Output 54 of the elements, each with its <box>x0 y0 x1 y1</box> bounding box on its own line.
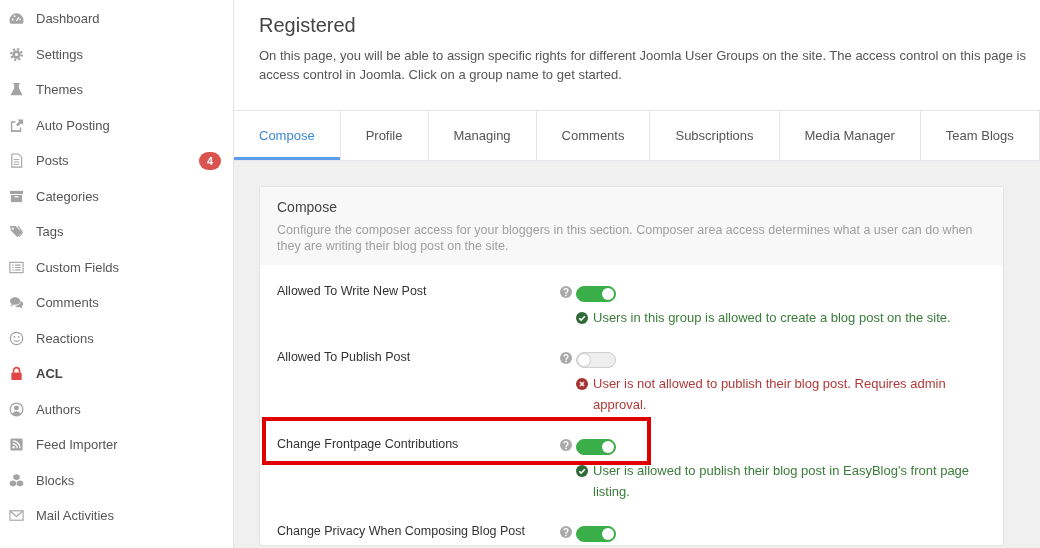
list-icon <box>9 259 24 275</box>
lock-icon <box>9 366 24 382</box>
sidebar-item[interactable]: Mail Activities <box>0 498 233 534</box>
sidebar-item[interactable]: Auto Posting <box>0 107 233 143</box>
help-icon[interactable] <box>560 526 572 538</box>
check-circle-icon <box>576 312 588 324</box>
rss-icon <box>9 437 24 453</box>
envelope-icon <box>9 508 24 524</box>
toggle-switch[interactable] <box>576 286 616 302</box>
sidebar-item[interactable]: Settings <box>0 36 233 72</box>
sidebar-item[interactable]: Feed Importer <box>0 427 233 463</box>
smiley-icon <box>9 330 24 346</box>
panel-title: Compose <box>277 198 338 216</box>
tag-icon <box>9 224 24 240</box>
status-message: User is allowed to publish their blog post in EasyBlog's front page listing. <box>593 462 971 501</box>
page-description: On this page, you will be able to assign specific rights for different Joomla User Groups on the site. The access control on this page is access control in Joomla. Click on a group name to get started. <box>259 46 1026 84</box>
help-icon[interactable] <box>560 286 572 298</box>
flask-icon <box>9 82 24 98</box>
help-icon[interactable] <box>560 439 572 451</box>
setting-label: Change Frontpage Contributions <box>277 436 460 452</box>
status-message: User is not allowed to publish their blog post. Requires admin approval. <box>593 375 947 414</box>
comments-icon <box>9 295 24 311</box>
sidebar-item[interactable]: Comments <box>0 285 233 321</box>
toggle-switch[interactable] <box>576 439 616 455</box>
sidebar-item[interactable]: Dashboard <box>0 1 233 37</box>
share-icon <box>9 117 24 133</box>
toggle-switch[interactable] <box>576 526 616 542</box>
status-message: Users in this group is allowed to create a blog post on the site. <box>593 309 952 327</box>
count-badge: 4 <box>198 151 221 170</box>
setting-label: Allowed To Publish Post <box>277 349 412 365</box>
gauge-icon <box>9 11 24 27</box>
cubes-icon <box>9 472 24 488</box>
sidebar-item[interactable]: ACL <box>0 356 233 392</box>
help-icon[interactable] <box>560 352 572 364</box>
sidebar-item[interactable]: Posts 4 <box>0 143 233 179</box>
setting-label: Change Privacy When Composing Blog Post <box>277 523 527 539</box>
page-title: Registered <box>259 13 357 37</box>
sidebar-item[interactable]: Reactions <box>0 320 233 356</box>
check-circle-icon <box>576 465 588 477</box>
settings-icon <box>9 46 24 62</box>
setting-label: Allowed To Write New Post <box>277 283 428 299</box>
toggle-switch[interactable] <box>576 352 616 368</box>
x-circle-icon <box>576 378 588 390</box>
sidebar-item[interactable]: Custom Fields <box>0 249 233 285</box>
panel-description: Configure the composer access for your bloggers in this section. Composer area access determines what a user can do when they are writing their blog post on the site. <box>277 222 974 254</box>
archive-icon <box>9 188 24 204</box>
sidebar-item[interactable]: Authors <box>0 391 233 427</box>
document-icon <box>9 153 24 169</box>
sidebar-item[interactable]: Themes <box>0 72 233 108</box>
tab[interactable]: Compose <box>234 111 341 160</box>
user-icon <box>9 401 24 417</box>
sidebar-item[interactable]: Blocks <box>0 462 233 498</box>
sidebar-item[interactable]: Tags <box>0 214 233 250</box>
sidebar-item[interactable]: Categories <box>0 178 233 214</box>
